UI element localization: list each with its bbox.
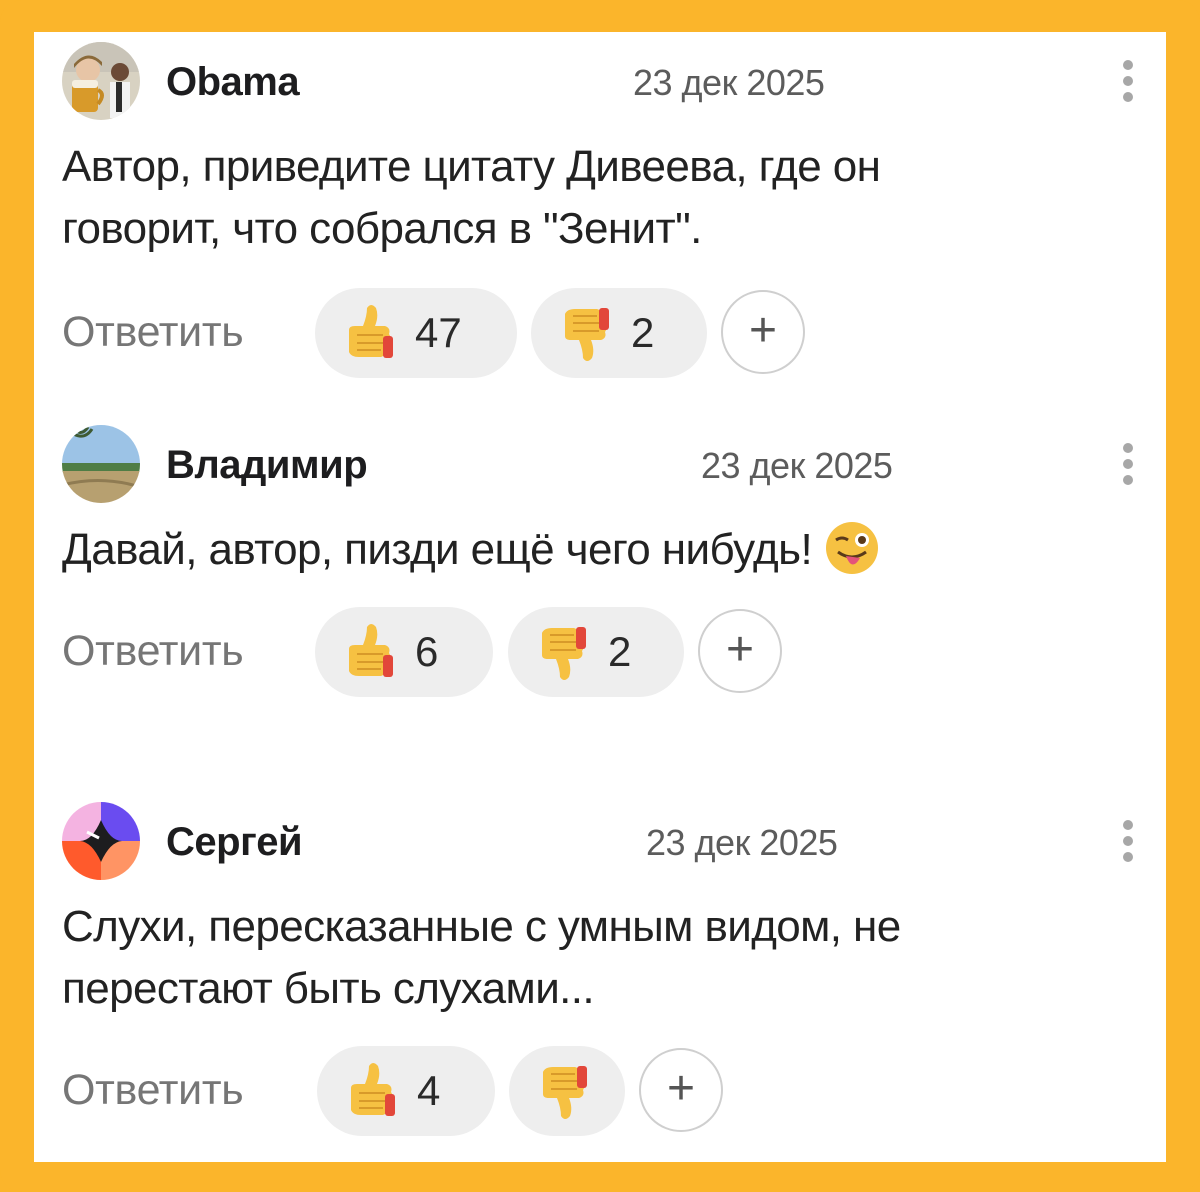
comment-actions: Ответить 4 + <box>62 1046 1152 1138</box>
like-count: 47 <box>415 309 462 356</box>
comment-header: Сергей 23 дек 2025 <box>62 802 1152 882</box>
thumbs-up-icon <box>349 624 393 677</box>
comment-date: 23 дек 2025 <box>633 62 825 103</box>
reply-button[interactable]: Ответить <box>62 627 244 676</box>
dislike-button[interactable]: 2 <box>508 607 684 697</box>
thumbs-down-icon <box>542 627 586 680</box>
reply-button[interactable]: Ответить <box>62 1066 244 1115</box>
thumbs-down-icon <box>543 1066 587 1119</box>
dislike-button[interactable]: 2 <box>531 288 707 378</box>
thumbs-up-icon <box>349 305 393 358</box>
like-button[interactable]: 47 <box>315 288 517 378</box>
comment-header: Владимир 23 дек 2025 <box>62 425 1152 505</box>
comment-date: 23 дек 2025 <box>701 445 893 486</box>
kebab-icon[interactable] <box>1116 820 1140 868</box>
author-name[interactable]: Владимир <box>166 443 368 488</box>
comment-actions: Ответить 47 2 + <box>62 288 1152 380</box>
comment-text-line: Слухи, пересказанные с умным видом, не <box>62 902 901 951</box>
add-reaction-button[interactable]: + <box>698 609 782 693</box>
comment-text-line: Автор, приведите цитату Дивеева, где он <box>62 142 881 191</box>
comment-text: Автор, приведите цитату Дивеева, где он … <box>62 136 1152 260</box>
comment-header: Obama 23 дек 2025 <box>62 42 1152 122</box>
dislike-count: 2 <box>608 628 632 675</box>
dislike-button[interactable] <box>509 1046 625 1136</box>
avatar[interactable] <box>62 42 140 120</box>
avatar[interactable] <box>62 425 140 503</box>
comments-card: Obama 23 дек 2025 Автор, приведите цитат… <box>34 32 1166 1162</box>
author-name[interactable]: Obama <box>166 60 300 105</box>
like-count: 6 <box>415 628 439 675</box>
add-reaction-button[interactable]: + <box>721 290 805 374</box>
kebab-icon[interactable] <box>1116 60 1140 108</box>
add-reaction-button[interactable]: + <box>639 1048 723 1132</box>
comment-text-line: перестают быть слухами... <box>62 964 595 1013</box>
kebab-icon[interactable] <box>1116 443 1140 491</box>
avatar[interactable] <box>62 802 140 880</box>
like-button[interactable]: 4 <box>317 1046 495 1136</box>
comment-text-line-wrap: Давай, автор, пизди ещё чего нибудь! <box>62 519 1152 581</box>
comment-item: Владимир 23 дек 2025 Давай, автор, пизди… <box>62 425 1152 699</box>
like-button[interactable]: 6 <box>315 607 493 697</box>
dislike-count: 2 <box>631 309 655 356</box>
thumbs-down-icon <box>565 308 609 361</box>
yellow-frame: Obama 23 дек 2025 Автор, приведите цитат… <box>0 0 1200 1192</box>
comment-text-line: Давай, автор, пизди ещё чего нибудь! <box>62 525 813 574</box>
comment-date: 23 дек 2025 <box>646 822 838 863</box>
comment-item: Сергей 23 дек 2025 Слухи, пересказанные … <box>62 802 1152 1138</box>
comment-text: Давай, автор, пизди ещё чего нибудь! <box>62 519 1152 581</box>
like-count: 4 <box>417 1067 441 1114</box>
comment-actions: Ответить 6 2 + <box>62 607 1152 699</box>
comment-text-line: говорит, что собрался в "Зенит". <box>62 204 702 253</box>
comment-text: Слухи, пересказанные с умным видом, не п… <box>62 896 1152 1020</box>
author-name[interactable]: Сергей <box>166 820 303 865</box>
comment-item: Obama 23 дек 2025 Автор, приведите цитат… <box>62 42 1152 380</box>
thumbs-up-icon <box>351 1063 395 1116</box>
reply-button[interactable]: Ответить <box>62 308 244 357</box>
winking-tongue-emoji <box>826 522 879 575</box>
